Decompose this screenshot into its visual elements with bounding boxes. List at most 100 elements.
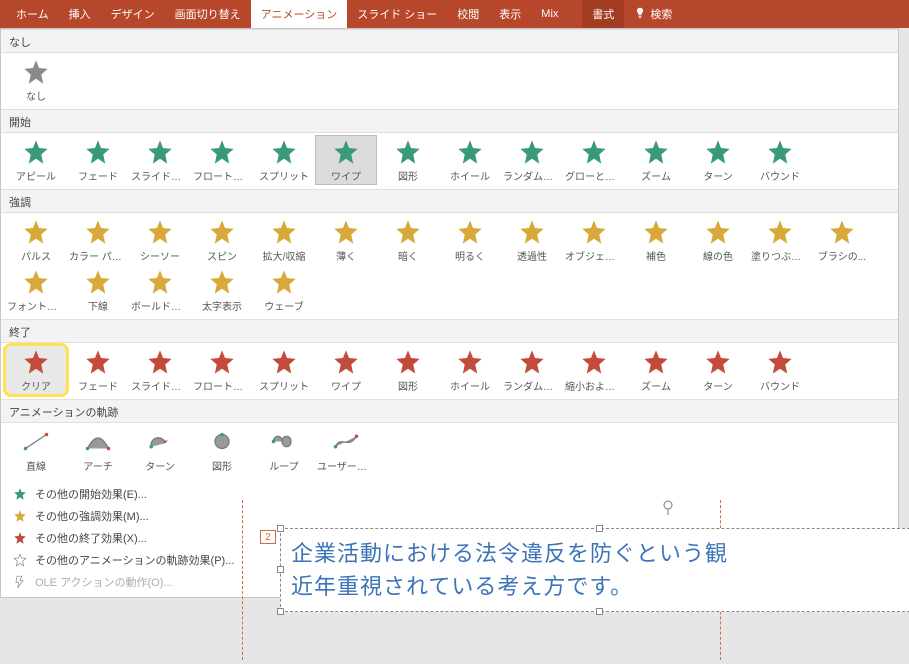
star-icon — [332, 138, 360, 166]
tab-transitions[interactable]: 画面切り替え — [165, 0, 251, 28]
resize-handle[interactable] — [277, 608, 284, 615]
anim-item-パルス[interactable]: パルス — [5, 215, 67, 265]
anim-label: ランダムスト... — [503, 378, 561, 393]
anim-item-スプリット[interactable]: スプリット — [253, 135, 315, 185]
anim-item-補色[interactable]: 補色 — [625, 215, 687, 265]
anim-item-タン[interactable]: ターン — [129, 425, 191, 475]
anim-item-フロトイン[interactable]: フロートイン — [191, 135, 253, 185]
anim-item-直線[interactable]: 直線 — [5, 425, 67, 475]
anim-item-フェド[interactable]: フェード — [67, 345, 129, 395]
tell-me-search[interactable]: 検索 — [624, 0, 682, 28]
anim-item-図形[interactable]: 図形 — [377, 135, 439, 185]
anim-item-明るく[interactable]: 明るく — [439, 215, 501, 265]
anim-item-アピル[interactable]: アピール — [5, 135, 67, 185]
anim-label: ターン — [145, 458, 175, 473]
resize-handle[interactable] — [596, 608, 603, 615]
anim-label: スピン — [207, 248, 237, 263]
anim-item-ボルドフラ[interactable]: ボールドフラ... — [129, 265, 191, 315]
anim-label: 図形 — [398, 168, 418, 183]
row-label: その他の開始効果(E)... — [35, 486, 147, 502]
anim-item-スプリット[interactable]: スプリット — [253, 345, 315, 395]
row-label: その他の終了効果(X)... — [35, 530, 147, 546]
anim-item-太字表示[interactable]: 太字表示 — [191, 265, 253, 315]
anim-item-暗く[interactable]: 暗く — [377, 215, 439, 265]
anim-item-ズム[interactable]: ズーム — [625, 135, 687, 185]
star-icon — [146, 268, 174, 296]
anim-item-ウェブ[interactable]: ウェーブ — [253, 265, 315, 315]
anim-item-スピン[interactable]: スピン — [191, 215, 253, 265]
anim-item-ホイル[interactable]: ホイール — [439, 135, 501, 185]
star-icon — [766, 138, 794, 166]
anim-item-タン[interactable]: ターン — [687, 135, 749, 185]
anim-item-バウンド[interactable]: バウンド — [749, 135, 811, 185]
resize-handle[interactable] — [277, 525, 284, 532]
anim-item-ブラシの[interactable]: ブラシの... — [811, 215, 873, 265]
anim-item-ワイプ[interactable]: ワイプ — [315, 135, 377, 185]
anim-item-カラパルス[interactable]: カラー パルス — [67, 215, 129, 265]
star-icon — [22, 58, 50, 86]
anim-item-線の色[interactable]: 線の色 — [687, 215, 749, 265]
star-icon — [22, 138, 50, 166]
anim-label: 透過性 — [517, 248, 547, 263]
anim-item-ズム[interactable]: ズーム — [625, 345, 687, 395]
anim-label: オブジェクト ... — [565, 248, 623, 263]
star-icon — [22, 348, 50, 376]
guide-vertical — [242, 500, 243, 660]
anim-item-フォントの色[interactable]: フォントの色 — [5, 265, 67, 315]
anim-item-ランダムスト[interactable]: ランダムスト... — [501, 135, 563, 185]
tab-mix[interactable]: Mix — [531, 0, 568, 28]
anim-label: スライドイン — [131, 168, 189, 183]
anim-label: なし — [26, 88, 46, 103]
anim-item-塗りつぶしの色[interactable]: 塗りつぶしの色 — [749, 215, 811, 265]
tab-review[interactable]: 校閲 — [447, 0, 489, 28]
resize-handle[interactable] — [277, 566, 284, 573]
star-icon — [332, 218, 360, 246]
anim-item-グロとタン[interactable]: グローとターン — [563, 135, 625, 185]
anim-item-拡大収縮[interactable]: 拡大/収縮 — [253, 215, 315, 265]
tab-insert[interactable]: 挿入 — [59, 0, 101, 28]
tab-format[interactable]: 書式 — [582, 0, 624, 28]
anim-label: 太字表示 — [202, 298, 242, 313]
anim-item-ワイプ[interactable]: ワイプ — [315, 345, 377, 395]
anim-item-フロトアウト[interactable]: フロートアウト — [191, 345, 253, 395]
anim-item-クリア[interactable]: クリア — [5, 345, 67, 395]
tab-home[interactable]: ホーム — [6, 0, 59, 28]
anim-item-スライドアウト[interactable]: スライドアウト — [129, 345, 191, 395]
section-exit-items: クリアフェードスライドアウトフロートアウトスプリットワイプ図形 ホイールランダムス… — [1, 343, 898, 399]
anim-label: 図形 — [398, 378, 418, 393]
anim-item-透過性[interactable]: 透過性 — [501, 215, 563, 265]
anim-item-薄く[interactable]: 薄く — [315, 215, 377, 265]
anim-item-フェド[interactable]: フェード — [67, 135, 129, 185]
anim-item-ランダムスト[interactable]: ランダムスト... — [501, 345, 563, 395]
anim-item-図形[interactable]: 図形 — [191, 425, 253, 475]
anim-item-ルプ[interactable]: ループ — [253, 425, 315, 475]
animation-order-tag[interactable]: 2 — [260, 530, 276, 544]
anim-item-ユザ設[interactable]: ユーザー設... — [315, 425, 377, 475]
anim-item-スライドイン[interactable]: スライドイン — [129, 135, 191, 185]
selected-textbox[interactable]: 企業活動における法令違反を防ぐという観 近年重視されている考え方です。 — [280, 528, 909, 612]
anim-none[interactable]: なし — [5, 55, 67, 105]
rotation-handle[interactable] — [660, 500, 676, 516]
tab-design[interactable]: デザイン — [101, 0, 165, 28]
slide-canvas[interactable]: 2 企業活動における法令違反を防ぐという観 近年重視されている考え方です。 — [230, 500, 909, 660]
star-icon — [22, 268, 50, 296]
tab-slideshow[interactable]: スライド ショー — [347, 0, 447, 28]
anim-item-シソ[interactable]: シーソー — [129, 215, 191, 265]
anim-label: 薄く — [336, 248, 356, 263]
anim-item-図形[interactable]: 図形 — [377, 345, 439, 395]
ribbon-tabs: ホーム 挿入 デザイン 画面切り替え アニメーション スライド ショー 校閲 表… — [0, 0, 909, 28]
anim-item-縮小および[interactable]: 縮小および... — [563, 345, 625, 395]
anim-item-ホイル[interactable]: ホイール — [439, 345, 501, 395]
anim-item-下線[interactable]: 下線 — [67, 265, 129, 315]
anim-item-アチ[interactable]: アーチ — [67, 425, 129, 475]
anim-item-オブジェクト[interactable]: オブジェクト ... — [563, 215, 625, 265]
star-icon — [704, 348, 732, 376]
anim-item-タン[interactable]: ターン — [687, 345, 749, 395]
tab-animations[interactable]: アニメーション — [251, 0, 348, 28]
star-icon — [208, 428, 236, 456]
anim-item-バウンド[interactable]: バウンド — [749, 345, 811, 395]
resize-handle[interactable] — [596, 525, 603, 532]
row-label: その他の強調効果(M)... — [35, 508, 149, 524]
tab-view[interactable]: 表示 — [489, 0, 531, 28]
anim-label: ワイプ — [331, 168, 361, 183]
